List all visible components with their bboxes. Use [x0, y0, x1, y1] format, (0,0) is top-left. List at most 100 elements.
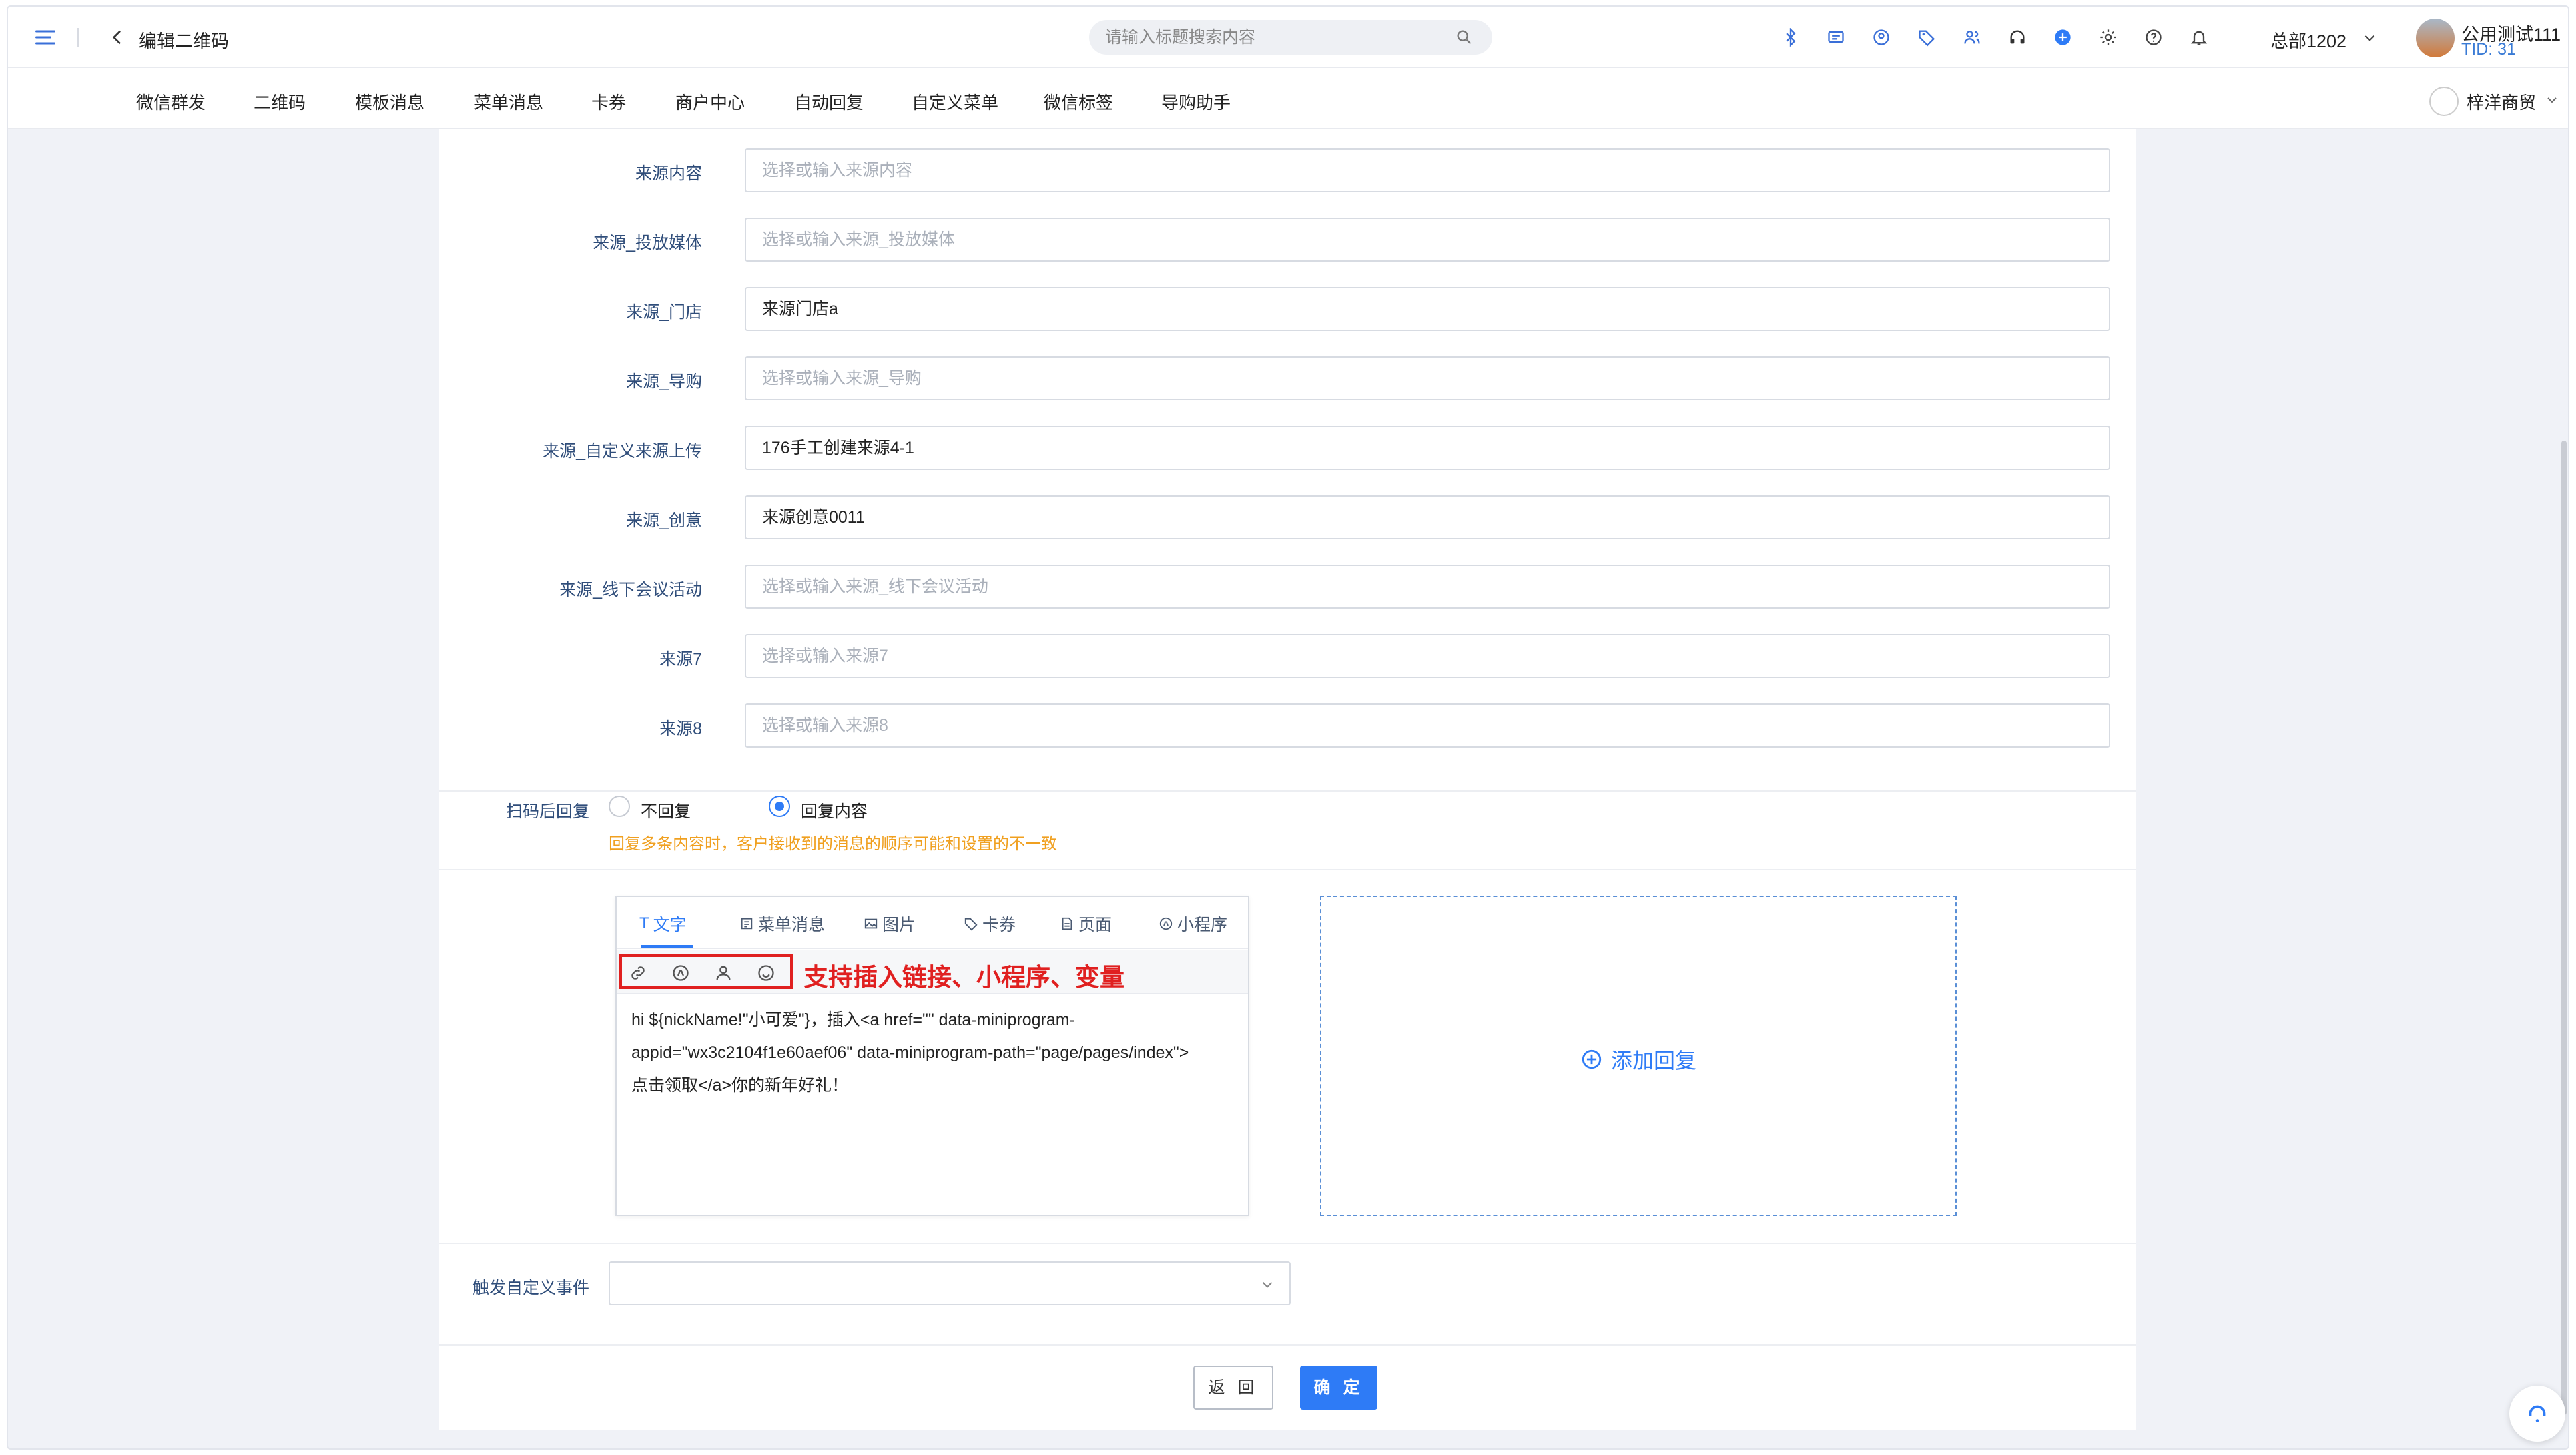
- nav-item-template-message[interactable]: 模板消息: [355, 89, 424, 114]
- tab-card-coupon[interactable]: 卡券: [964, 912, 1016, 936]
- page-title: 编辑二维码: [139, 31, 229, 51]
- nav-item-menu-message[interactable]: 菜单消息: [474, 89, 543, 114]
- source-creative-input[interactable]: 来源创意0011: [745, 495, 2110, 539]
- tab-mini-program[interactable]: 小程序: [1159, 912, 1227, 936]
- tag-icon: [964, 918, 978, 931]
- reply-warning: 回复多条内容时，客户接收到的消息的顺序可能和设置的不一致: [609, 835, 1057, 853]
- chevron-down-icon: [1262, 1281, 1273, 1288]
- radio-label-no-reply[interactable]: 不回复: [641, 798, 691, 822]
- nav-item-wechat-tags[interactable]: 微信标签: [1044, 89, 1113, 114]
- menu-icon[interactable]: [33, 25, 57, 49]
- add-reply-area[interactable]: 添加回复: [1320, 896, 1957, 1216]
- plus-icon[interactable]: [2052, 27, 2073, 48]
- tab-label: 页面: [1078, 916, 1112, 934]
- settings-icon[interactable]: [2098, 27, 2119, 48]
- back-button[interactable]: 返 回: [1193, 1366, 1273, 1410]
- divider: [77, 28, 79, 47]
- source-guide-input[interactable]: 选择或输入来源_导购: [745, 356, 2110, 400]
- text-icon: T: [639, 914, 649, 932]
- tab-label: 文字: [653, 916, 687, 934]
- editor-line: hi ${nickName!"小可爱"}，插入<a href="" data-m…: [631, 1010, 1075, 1029]
- field-label: 来源_自定义来源上传: [543, 442, 702, 461]
- tab-label: 菜单消息: [758, 916, 826, 934]
- page-icon: [1062, 917, 1072, 930]
- add-reply-label: 添加回复: [1611, 1049, 1697, 1073]
- app-window: 编辑二维码 请输入标题搜索内容 总部1202 公用测试111 TID: 31 微…: [7, 5, 2569, 1450]
- source-content-input[interactable]: 选择或输入来源内容: [745, 148, 2110, 192]
- search-icon[interactable]: [1455, 28, 1474, 47]
- tab-label: 小程序: [1177, 916, 1228, 934]
- nav-item-card-coupon[interactable]: 卡券: [591, 89, 626, 114]
- form-row: 来源内容 选择或输入来源内容: [439, 148, 2136, 192]
- bell-icon[interactable]: [2188, 27, 2210, 48]
- source-custom-upload-input[interactable]: 176手工创建来源4-1: [745, 426, 2110, 470]
- source8-input[interactable]: 选择或输入来源8: [745, 703, 2110, 748]
- radio-label-reply-content[interactable]: 回复内容: [801, 798, 868, 822]
- support-button[interactable]: [2509, 1386, 2565, 1442]
- scrollbar[interactable]: [2561, 441, 2567, 1415]
- users-icon[interactable]: [1961, 27, 1983, 48]
- bluetooth-icon[interactable]: [1780, 27, 1801, 48]
- tab-menu-message[interactable]: 菜单消息: [739, 912, 825, 936]
- confirm-button[interactable]: 确 定: [1300, 1366, 1377, 1410]
- variable-user-icon[interactable]: [714, 964, 733, 982]
- nav-item-shopping-guide[interactable]: 导购助手: [1161, 89, 1231, 114]
- mini-program-icon[interactable]: [671, 964, 690, 982]
- top-bar: 编辑二维码 请输入标题搜索内容 总部1202 公用测试111 TID: 31: [8, 7, 2568, 68]
- tab-page[interactable]: 页面: [1060, 912, 1112, 936]
- mini-program-icon: [1159, 917, 1173, 930]
- menu-message-icon: [741, 918, 753, 930]
- help-icon[interactable]: [2143, 27, 2164, 48]
- reply-editor: T 文字 菜单消息 图片 卡券 页面 小程序 支持插入链接、小程序、变量 hi …: [615, 896, 1249, 1216]
- form-row: 来源_门店 来源门店a: [439, 287, 2136, 331]
- nav-item-auto-reply[interactable]: 自动回复: [794, 89, 864, 114]
- active-tab-indicator: [641, 945, 693, 948]
- image-icon: [864, 918, 878, 929]
- editor-line: 点击领取</a>你的新年好礼！: [631, 1076, 849, 1095]
- field-label: 来源_投放媒体: [593, 234, 702, 252]
- highlight-box: [619, 954, 793, 989]
- source-offline-event-input[interactable]: 选择或输入来源_线下会议活动: [745, 565, 2110, 609]
- nav-bar: 微信群发 二维码 模板消息 菜单消息 卡券 商户中心 自动回复 自定义菜单 微信…: [8, 68, 2568, 129]
- nav-item-qrcode[interactable]: 二维码: [254, 89, 306, 114]
- org-selector[interactable]: 总部1202: [2270, 27, 2346, 53]
- brand-name[interactable]: 梓洋商贸: [2467, 89, 2536, 114]
- annotation-label: 支持插入链接、小程序、变量: [803, 964, 1124, 991]
- toolbar-icons: [1780, 27, 2210, 48]
- emoji-icon[interactable]: [757, 964, 775, 982]
- field-label: 来源内容: [635, 164, 702, 183]
- radio-reply-content[interactable]: [769, 796, 790, 817]
- form-row: 来源_导购 选择或输入来源_导购: [439, 356, 2136, 400]
- tab-label: 卡券: [982, 916, 1016, 934]
- chevron-down-icon[interactable]: [2544, 92, 2560, 108]
- field-label: 来源8: [659, 719, 702, 738]
- tag-icon[interactable]: [1916, 27, 1937, 48]
- tab-text[interactable]: T 文字: [639, 912, 687, 936]
- message-icon[interactable]: [1825, 27, 1847, 48]
- source-store-input[interactable]: 来源门店a: [745, 287, 2110, 331]
- editor-content[interactable]: hi ${nickName!"小可爱"}，插入<a href="" data-m…: [631, 1004, 1239, 1102]
- radio-no-reply[interactable]: [609, 796, 630, 817]
- divider: [439, 790, 2136, 792]
- plus-circle-icon: [1582, 1049, 1602, 1069]
- editor-tabs: T 文字 菜单消息 图片 卡券 页面 小程序: [617, 897, 1248, 949]
- account-icon[interactable]: [1871, 27, 1892, 48]
- nav-item-merchant-center[interactable]: 商户中心: [675, 89, 745, 114]
- source7-input[interactable]: 选择或输入来源7: [745, 634, 2110, 678]
- custom-event-select[interactable]: [609, 1261, 1291, 1305]
- reply-label: 扫码后回复: [506, 802, 590, 821]
- field-label: 来源7: [659, 650, 702, 669]
- link-icon[interactable]: [629, 964, 647, 982]
- chevron-down-icon[interactable]: [2361, 29, 2378, 47]
- back-icon[interactable]: [107, 27, 128, 48]
- nav-item-wechat-broadcast[interactable]: 微信群发: [136, 89, 206, 114]
- headset-icon[interactable]: [2007, 27, 2028, 48]
- source-media-input[interactable]: 选择或输入来源_投放媒体: [745, 218, 2110, 262]
- add-reply-button[interactable]: 添加回复: [1580, 1044, 1696, 1075]
- avatar[interactable]: [2416, 19, 2455, 57]
- tab-image[interactable]: 图片: [864, 912, 916, 936]
- nav-item-custom-menu[interactable]: 自定义菜单: [912, 89, 998, 114]
- field-label: 来源_门店: [626, 303, 702, 322]
- search-input[interactable]: 请输入标题搜索内容: [1089, 20, 1492, 55]
- field-label: 来源_线下会议活动: [559, 581, 702, 599]
